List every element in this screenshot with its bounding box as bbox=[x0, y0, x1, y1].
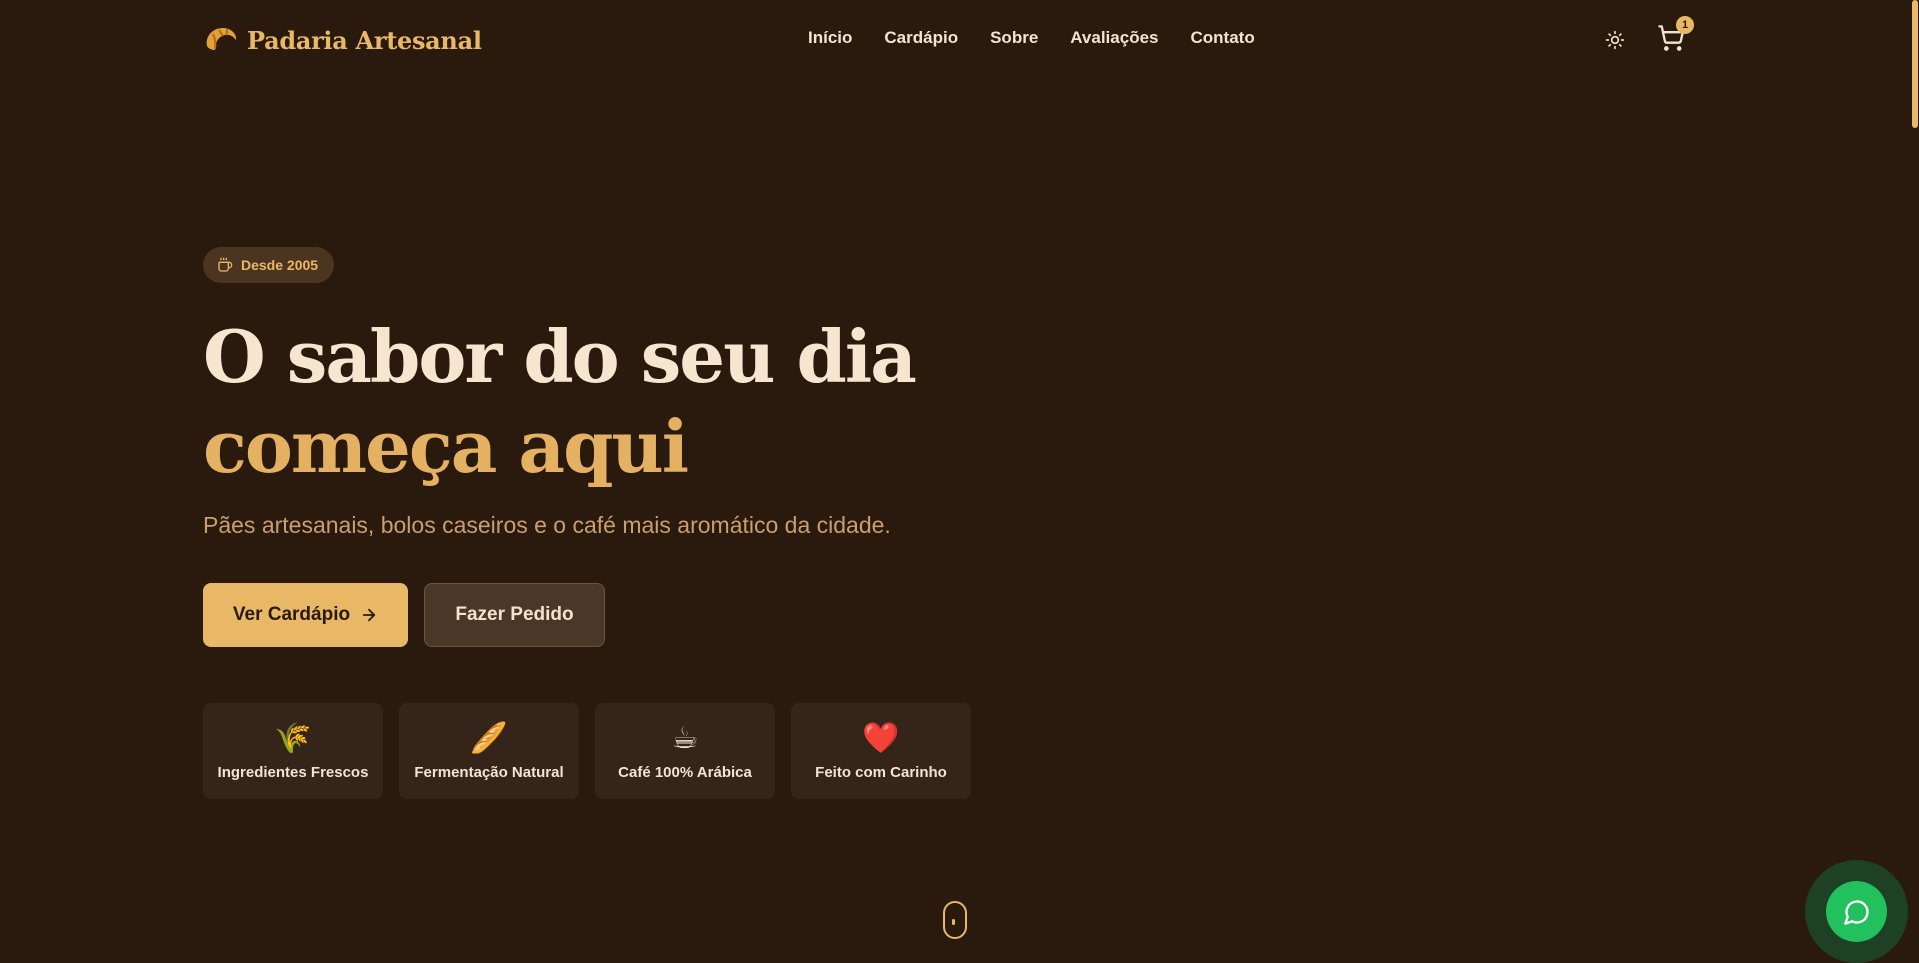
croissant-icon bbox=[206, 28, 237, 50]
view-menu-button-label: Ver Cardápio bbox=[232, 604, 351, 625]
nav-link-avaliacoes[interactable]: Avaliações bbox=[1070, 28, 1158, 48]
hero-title: O sabor do seu dia começa aqui bbox=[203, 312, 917, 492]
since-badge-label: Desde 2005 bbox=[241, 257, 319, 273]
main-nav: Início Cardápio Sobre Avaliações Contato bbox=[808, 28, 1255, 48]
cart-count-badge: 1 bbox=[1676, 16, 1694, 34]
place-order-button-label: Fazer Pedido bbox=[455, 604, 574, 625]
scrollbar-thumb[interactable] bbox=[1912, 0, 1918, 128]
site-header: Padaria Artesanal Início Cardápio Sobre … bbox=[0, 0, 1919, 80]
hero-subtitle: Pães artesanais, bolos caseiros e o café… bbox=[203, 512, 891, 538]
nav-link-inicio[interactable]: Início bbox=[808, 28, 852, 48]
theme-toggle-button[interactable] bbox=[1603, 28, 1627, 52]
feature-label: Ingredientes Frescos bbox=[217, 763, 369, 781]
hero-title-line2: começa aqui bbox=[203, 404, 689, 489]
heart-icon: ❤️ bbox=[862, 721, 900, 755]
page-scrollbar[interactable] bbox=[1911, 0, 1919, 963]
hot-coffee-icon: ☕ bbox=[671, 721, 699, 755]
sun-icon bbox=[1605, 30, 1625, 50]
brand-name: Padaria Artesanal bbox=[247, 25, 482, 55]
whatsapp-chat-button[interactable] bbox=[1826, 881, 1887, 942]
since-badge: Desde 2005 bbox=[203, 247, 335, 283]
chat-bubble-icon bbox=[1843, 899, 1869, 925]
feature-card-made-with-love: ❤️ Feito com Carinho bbox=[791, 703, 971, 799]
arrow-right-icon bbox=[362, 608, 376, 622]
feature-label: Feito com Carinho bbox=[815, 763, 947, 781]
nav-link-contato[interactable]: Contato bbox=[1191, 28, 1255, 48]
place-order-button[interactable]: Fazer Pedido bbox=[424, 583, 605, 647]
coffee-cup-icon bbox=[218, 257, 233, 272]
scroll-down-indicator[interactable] bbox=[943, 901, 967, 939]
feature-card-arabica-coffee: ☕ Café 100% Arábica bbox=[595, 703, 775, 799]
feature-label: Fermentação Natural bbox=[414, 763, 564, 781]
view-menu-button[interactable]: Ver Cardápio bbox=[203, 583, 408, 647]
scroll-indicator-dot bbox=[952, 919, 955, 925]
nav-link-sobre[interactable]: Sobre bbox=[990, 28, 1038, 48]
hero-title-line1: O sabor do seu dia bbox=[203, 314, 917, 399]
brand-logo[interactable]: Padaria Artesanal bbox=[203, 22, 482, 58]
wheat-icon: 🌾 bbox=[274, 721, 312, 755]
nav-link-cardapio[interactable]: Cardápio bbox=[884, 28, 958, 48]
feature-list: 🌾 Ingredientes Frescos 🥖 Fermentação Nat… bbox=[203, 703, 971, 799]
feature-card-natural-fermentation: 🥖 Fermentação Natural bbox=[399, 703, 579, 799]
baguette-icon: 🥖 bbox=[470, 721, 508, 755]
feature-card-fresh-ingredients: 🌾 Ingredientes Frescos bbox=[203, 703, 383, 799]
feature-label: Café 100% Arábica bbox=[618, 763, 752, 781]
